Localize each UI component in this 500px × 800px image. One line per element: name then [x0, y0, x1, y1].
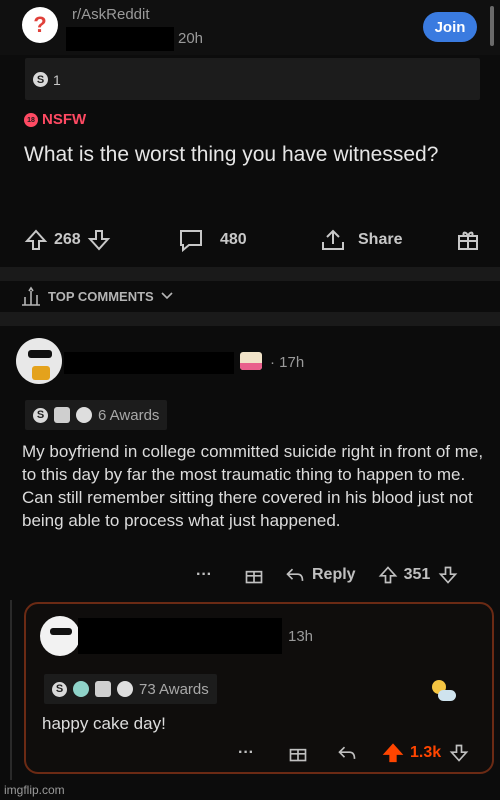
- gift-icon[interactable]: [288, 743, 308, 763]
- gift-icon[interactable]: [244, 565, 264, 585]
- redacted-username: [64, 352, 234, 374]
- downvote-icon[interactable]: [449, 743, 469, 763]
- section-divider: [0, 267, 500, 281]
- subreddit-name[interactable]: r/AskReddit: [72, 6, 150, 23]
- reply-text: happy cake day!: [42, 714, 166, 733]
- hands-award-icon: [54, 407, 70, 423]
- comments-button[interactable]: 480: [178, 228, 247, 252]
- shirt-icon: [32, 366, 50, 380]
- comment-awards-count: 6 Awards: [98, 406, 160, 424]
- gold-award-icon: [73, 681, 89, 697]
- redacted-username: [78, 618, 282, 654]
- comment-score: 351: [403, 566, 431, 583]
- share-label: Share: [358, 231, 403, 248]
- hands-award-icon: [95, 681, 111, 697]
- reply-button[interactable]: Reply: [312, 566, 356, 584]
- comment-time: · 17h: [270, 354, 305, 371]
- comment-count: 480: [220, 231, 247, 248]
- comment-text: My boyfriend in college committed suicid…: [22, 442, 484, 530]
- nsfw-label: NSFW: [42, 111, 87, 128]
- reply-awards-count: 73 Awards: [139, 680, 209, 698]
- more-options-button[interactable]: ···: [196, 566, 212, 584]
- more-options-button[interactable]: ···: [238, 744, 254, 762]
- post-time: 20h: [178, 30, 204, 47]
- share-icon: [322, 229, 344, 250]
- redacted-username: [66, 27, 174, 51]
- commenter-avatar[interactable]: [16, 338, 62, 384]
- reply-icon[interactable]: [284, 565, 306, 585]
- reply-icon[interactable]: [336, 743, 358, 763]
- post-score: 268: [54, 231, 81, 248]
- sort-label: TOP COMMENTS: [48, 288, 154, 304]
- upvote-icon[interactable]: [378, 565, 398, 585]
- section-divider: [0, 312, 500, 326]
- reply-score: 1.3k: [409, 744, 442, 761]
- sort-comments[interactable]: TOP COMMENTS: [20, 286, 174, 306]
- silver-award-icon: S: [52, 681, 67, 697]
- replier-avatar[interactable]: [40, 616, 80, 656]
- join-button[interactable]: Join: [423, 12, 477, 42]
- watermark: imgflip.com: [4, 783, 65, 797]
- sunglasses-icon: [28, 350, 52, 358]
- post-title[interactable]: What is the worst thing you have witness…: [24, 141, 464, 169]
- sun-cloud-icon: [430, 680, 456, 704]
- silver-award-icon: S: [33, 72, 48, 87]
- downvote-icon[interactable]: [87, 228, 111, 252]
- share-button[interactable]: Share: [320, 228, 402, 252]
- reply-awards[interactable]: S 73 Awards: [44, 674, 217, 704]
- wholesome-award-icon: [117, 681, 133, 697]
- nsfw-icon: 18: [24, 113, 38, 127]
- post-awards[interactable]: [25, 58, 480, 100]
- upvote-icon[interactable]: [24, 228, 48, 252]
- downvote-icon[interactable]: [438, 565, 458, 585]
- comment-awards[interactable]: S 6 Awards: [25, 400, 168, 430]
- award-button[interactable]: [456, 228, 480, 252]
- rocket-sort-icon: [22, 286, 40, 306]
- gift-icon: [458, 231, 478, 250]
- thread-line: [10, 600, 12, 780]
- upvote-icon-active[interactable]: [382, 742, 404, 764]
- comment-icon: [180, 230, 202, 252]
- comment-actions: ··· Reply 351: [196, 565, 458, 585]
- post-vote-bar: 268: [24, 228, 111, 252]
- subreddit-avatar[interactable]: ?: [22, 7, 58, 43]
- sunglasses-icon: [50, 628, 72, 635]
- wholesome-award-icon: [76, 407, 92, 423]
- silver-award-icon: S: [33, 407, 48, 423]
- cake-day-icon: [240, 352, 262, 370]
- scrollbar[interactable]: [490, 6, 494, 46]
- reply-actions: ··· 1.3k: [238, 742, 469, 764]
- chevron-down-icon: [161, 292, 173, 300]
- post-award-count: 1: [53, 72, 61, 88]
- reply-time: 13h: [288, 628, 314, 645]
